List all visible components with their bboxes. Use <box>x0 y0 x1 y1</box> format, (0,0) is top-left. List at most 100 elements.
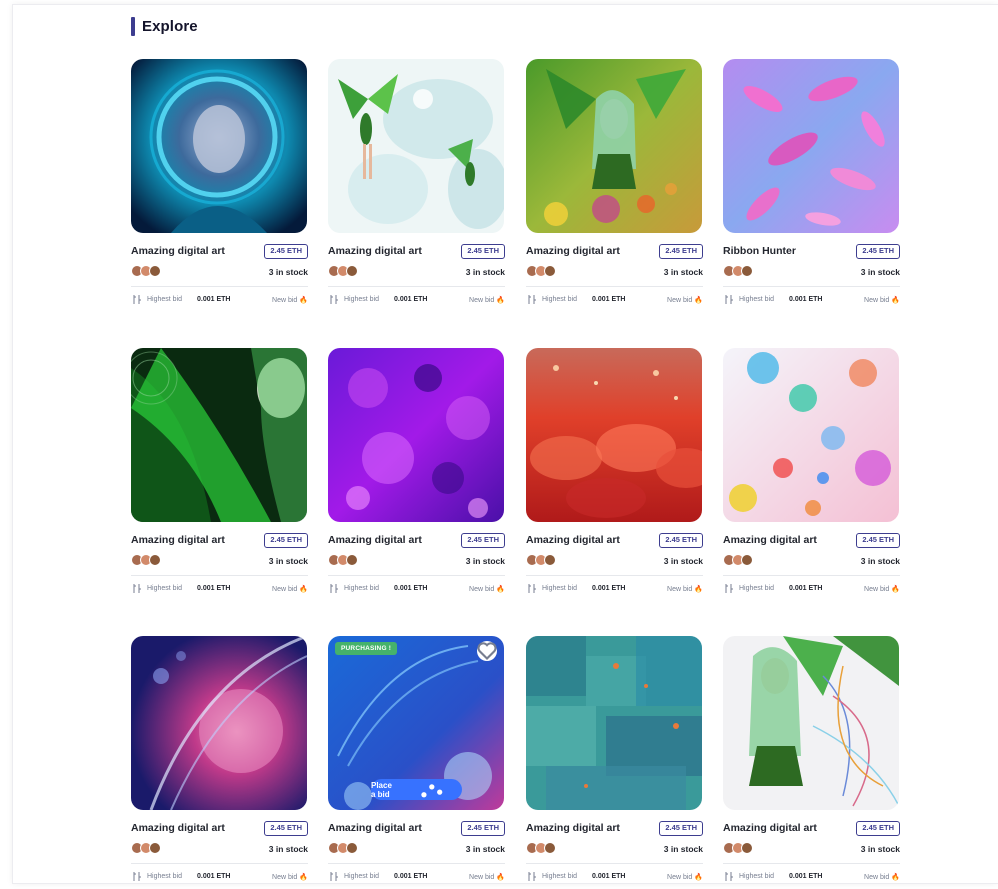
stock-count: 3 in stock <box>268 844 308 854</box>
card-title[interactable]: Amazing digital art <box>526 245 620 257</box>
nft-card[interactable]: Ribbon Hunter 2.45 ETH 3 in stock Highes… <box>723 59 900 319</box>
section-title: Explore <box>142 17 198 35</box>
avatar[interactable] <box>544 842 556 854</box>
bid-row: Highest bid 0.001 ETH New bid 🔥 <box>723 583 900 595</box>
avatar[interactable] <box>149 554 161 566</box>
card-title[interactable]: Amazing digital art <box>131 822 225 834</box>
stock-count: 3 in stock <box>860 844 900 854</box>
owner-avatars <box>526 842 556 854</box>
nft-card[interactable]: Amazing digital art 2.45 ETH 3 in stock … <box>526 348 703 608</box>
card-image[interactable] <box>723 59 899 233</box>
avatar[interactable] <box>346 554 358 566</box>
bid-row: Highest bid 0.001 ETH New bid 🔥 <box>526 583 703 595</box>
new-bid-link[interactable]: New bid 🔥 <box>864 296 900 304</box>
avatar[interactable] <box>346 842 358 854</box>
new-bid-label: New bid <box>272 586 298 593</box>
new-bid-label: New bid <box>469 874 495 881</box>
favorite-button[interactable] <box>477 641 497 661</box>
candlestick-icon <box>725 872 733 881</box>
bid-value: 0.001 ETH <box>394 296 428 303</box>
fire-icon: 🔥 <box>299 297 308 304</box>
nft-card[interactable]: PURCHASING ! Place a bid Amazing digital… <box>328 636 505 889</box>
stock-count: 3 in stock <box>663 267 703 277</box>
stock-count: 3 in stock <box>465 556 505 566</box>
avatar[interactable] <box>741 842 753 854</box>
card-title[interactable]: Amazing digital art <box>723 822 817 834</box>
nft-card[interactable]: Amazing digital art 2.45 ETH 3 in stock … <box>723 348 900 608</box>
card-title[interactable]: Amazing digital art <box>328 534 422 546</box>
card-image[interactable] <box>526 636 702 810</box>
card-image[interactable] <box>131 59 307 233</box>
nft-card[interactable]: Amazing digital art 2.45 ETH 3 in stock … <box>526 636 703 889</box>
new-bid-link[interactable]: New bid 🔥 <box>469 585 505 593</box>
price-badge: 2.45 ETH <box>461 244 505 259</box>
card-image[interactable] <box>131 636 307 810</box>
new-bid-link[interactable]: New bid 🔥 <box>667 873 703 881</box>
new-bid-link[interactable]: New bid 🔥 <box>864 585 900 593</box>
fire-icon: 🔥 <box>496 874 505 881</box>
stock-count: 3 in stock <box>465 267 505 277</box>
avatar[interactable] <box>544 265 556 277</box>
avatar[interactable] <box>149 842 161 854</box>
nft-card[interactable]: Amazing digital art 2.45 ETH 3 in stock … <box>328 348 505 608</box>
scatter-icon <box>421 784 443 798</box>
nft-card[interactable]: Amazing digital art 2.45 ETH 3 in stock … <box>723 636 900 889</box>
owner-avatars <box>723 554 753 566</box>
card-image[interactable] <box>328 59 504 233</box>
new-bid-link[interactable]: New bid 🔥 <box>469 873 505 881</box>
new-bid-link[interactable]: New bid 🔥 <box>272 585 308 593</box>
nft-card[interactable]: Amazing digital art 2.45 ETH 3 in stock … <box>328 59 505 319</box>
card-image[interactable] <box>723 348 899 522</box>
card-title[interactable]: Amazing digital art <box>526 822 620 834</box>
owner-avatars <box>723 842 753 854</box>
card-title[interactable]: Amazing digital art <box>328 245 422 257</box>
bid-value: 0.001 ETH <box>394 873 428 880</box>
candlestick-icon <box>528 295 536 304</box>
divider <box>328 575 505 576</box>
new-bid-link[interactable]: New bid 🔥 <box>469 296 505 304</box>
card-image[interactable] <box>723 636 899 810</box>
card-title[interactable]: Amazing digital art <box>723 534 817 546</box>
card-image[interactable]: PURCHASING ! Place a bid <box>328 636 504 810</box>
new-bid-link[interactable]: New bid 🔥 <box>667 296 703 304</box>
new-bid-link[interactable]: New bid 🔥 <box>272 296 308 304</box>
new-bid-link[interactable]: New bid 🔥 <box>667 585 703 593</box>
place-bid-button[interactable]: Place a bid <box>371 779 462 800</box>
divider <box>328 286 505 287</box>
avatar[interactable] <box>544 554 556 566</box>
divider <box>131 863 308 864</box>
nft-card[interactable]: Amazing digital art 2.45 ETH 3 in stock … <box>131 636 308 889</box>
new-bid-label: New bid <box>469 586 495 593</box>
card-title[interactable]: Amazing digital art <box>526 534 620 546</box>
card-title[interactable]: Amazing digital art <box>328 822 422 834</box>
nft-card[interactable]: Amazing digital art 2.45 ETH 3 in stock … <box>131 348 308 608</box>
avatar[interactable] <box>741 554 753 566</box>
card-title[interactable]: Ribbon Hunter <box>723 245 796 257</box>
bid-label: Highest bid <box>147 585 183 592</box>
stock-count: 3 in stock <box>663 844 703 854</box>
card-image[interactable] <box>131 348 307 522</box>
stock-count: 3 in stock <box>268 267 308 277</box>
nft-card[interactable]: Amazing digital art 2.45 ETH 3 in stock … <box>131 59 308 319</box>
card-image[interactable] <box>328 348 504 522</box>
avatar[interactable] <box>346 265 358 277</box>
new-bid-link[interactable]: New bid 🔥 <box>272 873 308 881</box>
bid-label: Highest bid <box>344 585 380 592</box>
bid-label: Highest bid <box>739 873 775 880</box>
price-badge: 2.45 ETH <box>264 244 308 259</box>
card-title[interactable]: Amazing digital art <box>131 245 225 257</box>
nft-card[interactable]: Amazing digital art 2.45 ETH 3 in stock … <box>526 59 703 319</box>
new-bid-label: New bid <box>469 297 495 304</box>
avatar[interactable] <box>149 265 161 277</box>
price-badge: 2.45 ETH <box>659 533 703 548</box>
owner-avatars <box>526 265 556 277</box>
bid-row: Highest bid 0.001 ETH New bid 🔥 <box>131 871 308 883</box>
avatar[interactable] <box>741 265 753 277</box>
bid-value: 0.001 ETH <box>197 585 231 592</box>
new-bid-link[interactable]: New bid 🔥 <box>864 873 900 881</box>
card-image[interactable] <box>526 59 702 233</box>
card-image[interactable] <box>526 348 702 522</box>
fire-icon: 🔥 <box>299 586 308 593</box>
divider <box>131 575 308 576</box>
card-title[interactable]: Amazing digital art <box>131 534 225 546</box>
